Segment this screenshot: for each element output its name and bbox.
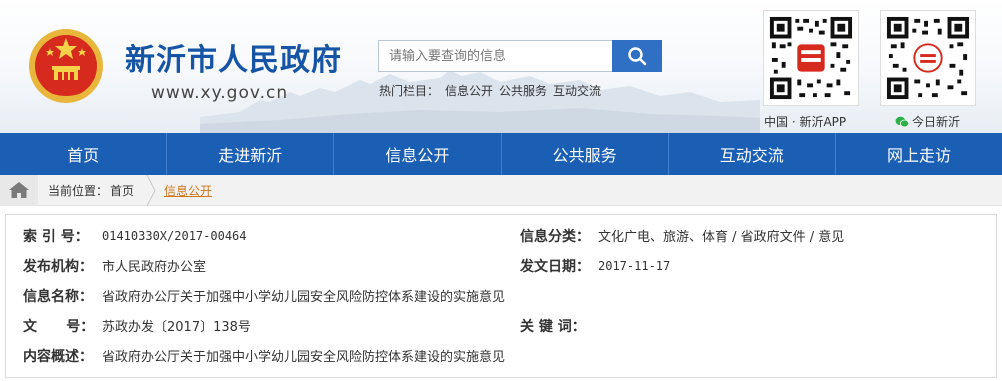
date-label: 发文日期： — [520, 258, 590, 275]
nav-info-disclosure[interactable]: 信息公开 — [334, 133, 502, 175]
document-info-panel: 索 引 号： 01410330X/2017-00464 信息分类： 文化广电、旅… — [5, 214, 997, 378]
nav-interaction[interactable]: 互动交流 — [669, 133, 836, 175]
breadcrumb: 当前位置： 首页 信息公开 — [0, 174, 1002, 206]
breadcrumb-separator-icon — [146, 174, 156, 206]
hot-link-interaction[interactable]: 互动交流 — [553, 82, 601, 99]
wechat-icon — [895, 116, 909, 127]
breadcrumb-label: 当前位置： — [48, 183, 109, 198]
doc-number-label: 文 号： — [23, 318, 95, 335]
nav-public-service[interactable]: 公共服务 — [502, 133, 669, 175]
category-value: 文化广电、旅游、体育 / 省政府文件 / 意见 — [598, 230, 845, 245]
hot-columns-label: 热门栏目： — [379, 84, 440, 98]
breadcrumb-current[interactable]: 信息公开 — [164, 182, 212, 199]
category-label: 信息分类： — [520, 228, 590, 245]
index-label: 索 引 号： — [23, 228, 89, 245]
breadcrumb-home-button[interactable] — [0, 174, 38, 206]
wechat-qr-code-icon — [880, 10, 976, 106]
index-value: 01410330X/2017-00464 — [102, 228, 247, 243]
info-row-index: 索 引 号： 01410330X/2017-00464 信息分类： 文化广电、旅… — [6, 221, 996, 250]
app-qr-code-icon — [763, 10, 859, 106]
publisher-label: 发布机构： — [23, 258, 93, 275]
info-row-doc-number: 文 号： 苏政办发〔2017〕138号 关 键 词： — [6, 311, 996, 340]
wechat-qr-caption-text: 今日新沂 — [912, 115, 961, 129]
breadcrumb-home-link[interactable]: 首页 — [110, 182, 134, 199]
site-header: 新沂市人民政府 www.xy.gov.cn 热门栏目： 信息公开 公共服务 互动… — [0, 0, 1002, 133]
app-qr-caption: 中国 · 新沂APP — [764, 115, 847, 129]
info-row-name: 信息名称： 省政府办公厅关于加强中小学幼儿园安全风险防控体系建设的实施意见 — [6, 281, 996, 310]
wechat-qr-caption: 今日新沂 — [895, 113, 960, 130]
national-emblem-icon — [29, 29, 103, 103]
site-url: www.xy.gov.cn — [151, 83, 289, 103]
summary-label: 内容概述： — [23, 348, 93, 365]
name-value: 省政府办公厅关于加强中小学幼儿园安全风险防控体系建设的实施意见 — [102, 290, 506, 305]
home-icon — [9, 182, 29, 198]
search-icon — [628, 47, 647, 66]
search-button[interactable] — [612, 40, 662, 72]
search-input[interactable] — [378, 40, 613, 72]
site-title: 新沂市人民政府 — [125, 43, 342, 78]
nav-home[interactable]: 首页 — [0, 133, 168, 175]
keyword-label: 关 键 词： — [520, 318, 586, 335]
info-row-summary: 内容概述： 省政府办公厅关于加强中小学幼儿园安全风险防控体系建设的实施意见 — [6, 341, 996, 370]
date-value: 2017-11-17 — [598, 258, 671, 273]
info-row-publisher: 发布机构： 市人民政府办公室 发文日期： 2017-11-17 — [6, 251, 996, 280]
summary-value: 省政府办公厅关于加强中小学幼儿园安全风险防控体系建设的实施意见 — [102, 350, 506, 365]
name-label: 信息名称： — [23, 288, 93, 305]
hot-columns: 热门栏目： 信息公开 公共服务 互动交流 — [379, 82, 601, 99]
publisher-value: 市人民政府办公室 — [102, 260, 207, 275]
doc-number-value: 苏政办发〔2017〕138号 — [102, 320, 251, 335]
hot-link-info-disclosure[interactable]: 信息公开 — [445, 82, 493, 99]
main-nav: 首页 走进新沂 信息公开 公共服务 互动交流 网上走访 — [0, 133, 1002, 175]
hot-link-public-service[interactable]: 公共服务 — [499, 82, 547, 99]
nav-about-xinyi[interactable]: 走进新沂 — [167, 133, 335, 175]
nav-online-visit[interactable]: 网上走访 — [836, 133, 1002, 175]
